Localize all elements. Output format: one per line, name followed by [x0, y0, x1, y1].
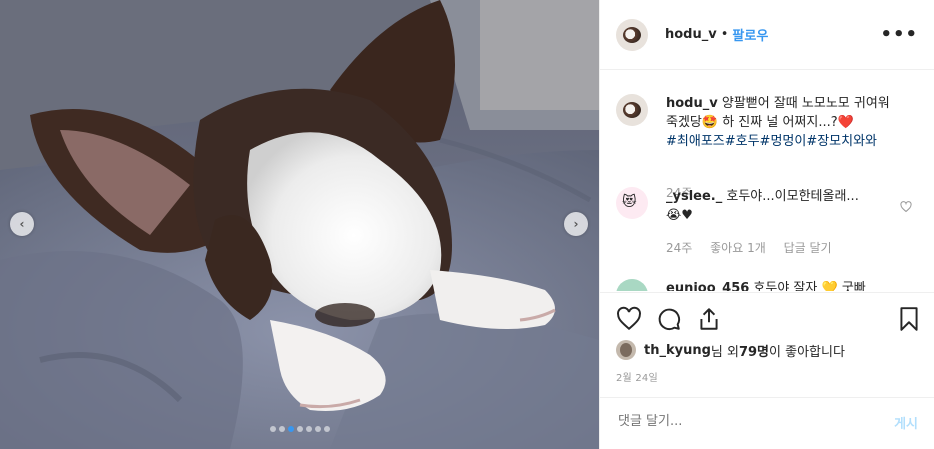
share-icon[interactable]: [696, 306, 722, 332]
comment-reply-button[interactable]: 답글 달기: [784, 241, 832, 255]
caption-hashtags[interactable]: #최애포즈#호두#멍멍이#장모치와와: [666, 134, 877, 149]
liker-avatar[interactable]: [616, 340, 636, 360]
like-heart-icon[interactable]: [616, 306, 642, 332]
more-options-icon[interactable]: •••: [880, 24, 918, 45]
carousel-next-button[interactable]: ›: [564, 212, 588, 236]
carousel-dot: [305, 426, 312, 432]
carousel-dot: [323, 426, 330, 432]
caption-body: hodu_v 양팔뻗어 잘때 노모노모 귀여워죽겠당🤩 하 진짜 널 어쩌지..…: [666, 94, 898, 151]
comment-text-extra: 굿빠: [841, 281, 866, 291]
likes-suffix: 님 외: [710, 344, 739, 360]
carousel-dot: [314, 426, 321, 432]
likes-count[interactable]: 79명: [739, 341, 769, 360]
comment-likes[interactable]: 좋아요 1개: [710, 241, 766, 255]
comment-like-heart-icon[interactable]: [900, 201, 912, 213]
comment-emoji: 💛: [821, 281, 838, 291]
comment-icon[interactable]: [656, 306, 682, 332]
comment-username[interactable]: _yslee._: [666, 189, 722, 204]
comment-emoji: 😭♥: [666, 208, 693, 223]
author-avatar[interactable]: [616, 18, 648, 51]
carousel-dot: [287, 426, 294, 432]
comment-username[interactable]: eunjoo_456: [666, 281, 749, 291]
comment-time[interactable]: 24주: [666, 241, 692, 255]
comment-text: 호두야 잘자: [753, 281, 818, 291]
commenter-avatar[interactable]: [616, 279, 648, 291]
comments-list[interactable]: hodu_v 양팔뻗어 잘때 노모노모 귀여워죽겠당🤩 하 진짜 널 어쩌지..…: [600, 71, 934, 291]
bookmark-icon[interactable]: [896, 306, 922, 332]
comment-input[interactable]: [616, 413, 850, 430]
comment-meta: 24주 좋아요 1개 답글 달기: [666, 239, 846, 256]
caption-emoji-heart: ❤️: [837, 115, 854, 130]
likes-summary[interactable]: th_kyung 님 외 79명 이 좋아합니다: [616, 340, 845, 360]
add-comment-section: 게시: [600, 397, 934, 449]
carousel-indicator: [0, 426, 599, 432]
header-separator: •: [720, 27, 729, 42]
post-comment-button[interactable]: 게시: [894, 413, 918, 432]
likes-tail: 이 좋아합니다: [769, 344, 845, 360]
commenter-avatar[interactable]: 😻: [616, 187, 648, 219]
caption-text-2: 하 진짜 널 어쩌지...?: [718, 115, 838, 130]
comment-body: _yslee._ 호두야...이모한테올래... 😭♥: [666, 187, 898, 225]
caption-avatar[interactable]: [616, 94, 648, 126]
carousel-dot: [278, 426, 285, 432]
puppy-photo-illustration: [0, 0, 599, 449]
caption-emoji-star-eyes: 🤩: [701, 115, 719, 130]
post-photo[interactable]: ‹ ›: [0, 0, 599, 449]
liker-username[interactable]: th_kyung: [644, 343, 711, 358]
post-side-panel: hodu_v • 팔로우 ••• hodu_v 양팔뻗어 잘때 노모노모 귀여워…: [599, 0, 934, 449]
follow-button[interactable]: 팔로우: [732, 25, 768, 44]
carousel-dot: [269, 426, 276, 432]
author-username[interactable]: hodu_v: [665, 27, 717, 42]
comment-text: 호두야...이모한테올래...: [726, 189, 859, 204]
carousel-dot: [296, 426, 303, 432]
emoji-avatar-icon: 😻: [622, 194, 637, 210]
instagram-post-modal: ‹ › hodu_v • 팔로우 ••• hodu_v 양팔뻗어 잘때 노모노모…: [0, 0, 934, 449]
post-header: hodu_v • 팔로우 •••: [600, 0, 934, 70]
action-bar: [600, 292, 934, 342]
carousel-prev-button[interactable]: ‹: [10, 212, 34, 236]
comment-body: eunjoo_456 호두야 잘자 💛 굿빠: [666, 279, 898, 291]
post-date[interactable]: 2월 24일: [616, 369, 658, 384]
caption-username[interactable]: hodu_v: [666, 96, 718, 111]
